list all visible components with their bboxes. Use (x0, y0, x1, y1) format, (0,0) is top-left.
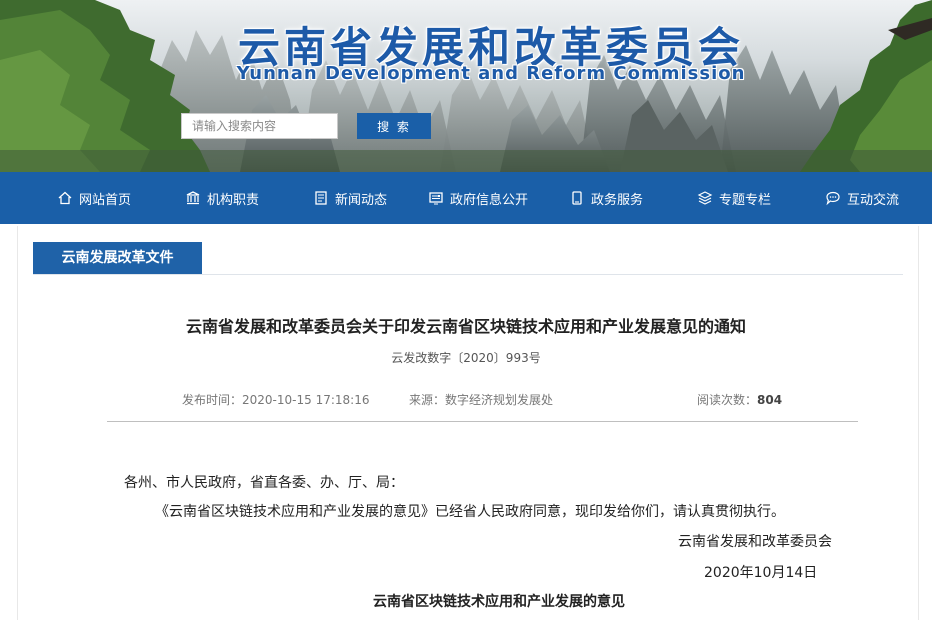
chat-icon (825, 190, 841, 206)
info-disclosure-icon (428, 190, 444, 206)
content-panel (17, 226, 919, 620)
nav-item-service[interactable]: 政务服务 (542, 172, 670, 224)
divider (107, 421, 858, 422)
nav-item-special-topics[interactable]: 专题专栏 (670, 172, 798, 224)
view-count: 阅读次数：804 (697, 393, 783, 407)
nav-item-label: 专题专栏 (718, 192, 771, 208)
article-source: 来源：数字经济规划发展处 (409, 393, 554, 407)
publish-date: 发布时间：2020-10-15 17:18:16 (182, 393, 370, 407)
divider (33, 274, 903, 275)
home-icon (57, 190, 73, 206)
sign-date: 2020年10月14日 (704, 565, 818, 581)
nav-item-label: 网站首页 (78, 192, 131, 208)
search-input[interactable] (181, 113, 338, 139)
nav-item-label: 互动交流 (846, 192, 899, 208)
nav-item-institution[interactable]: 机构职责 (158, 172, 286, 224)
header-banner: 云南省发展和改革委员会 Yunnan Development and Refor… (0, 0, 932, 172)
institution-icon (185, 190, 201, 206)
nav-item-home[interactable]: 网站首页 (30, 172, 158, 224)
layers-icon (697, 190, 713, 206)
search-button[interactable]: 搜 索 (357, 113, 431, 139)
nav-item-info-disclosure[interactable]: 政府信息公开 (414, 172, 542, 224)
article-title: 云南省发展和改革委员会关于印发云南省区块链技术应用和产业发展意见的通知 (185, 317, 746, 336)
news-icon (313, 190, 329, 206)
attachment-title: 云南省区块链技术应用和产业发展的意见 (373, 594, 625, 610)
salutation: 各州、市人民政府，省直各委、办、厅、局： (124, 475, 404, 491)
nav-item-interaction[interactable]: 互动交流 (798, 172, 926, 224)
nav-item-label: 政务服务 (590, 192, 643, 208)
nav-item-label: 新闻动态 (334, 192, 387, 208)
nav-item-label: 机构职责 (206, 192, 259, 208)
main-nav: 网站首页 机构职责 新闻动态 政府信息公开 政务服务 专题专栏 互动交流 (0, 172, 932, 224)
site-subtitle: Yunnan Development and Reform Commission (236, 63, 746, 84)
section-tab[interactable]: 云南发展改革文件 (33, 242, 202, 274)
nav-item-news[interactable]: 新闻动态 (286, 172, 414, 224)
signer: 云南省发展和改革委员会 (678, 534, 832, 550)
document-number: 云发改数字〔2020〕993号 (391, 351, 541, 365)
service-icon (569, 190, 585, 206)
nav-item-label: 政府信息公开 (449, 192, 528, 208)
body-paragraph: 《云南省区块链技术应用和产业发展的意见》已经省人民政府同意，现印发给你们，请认真… (155, 504, 785, 520)
